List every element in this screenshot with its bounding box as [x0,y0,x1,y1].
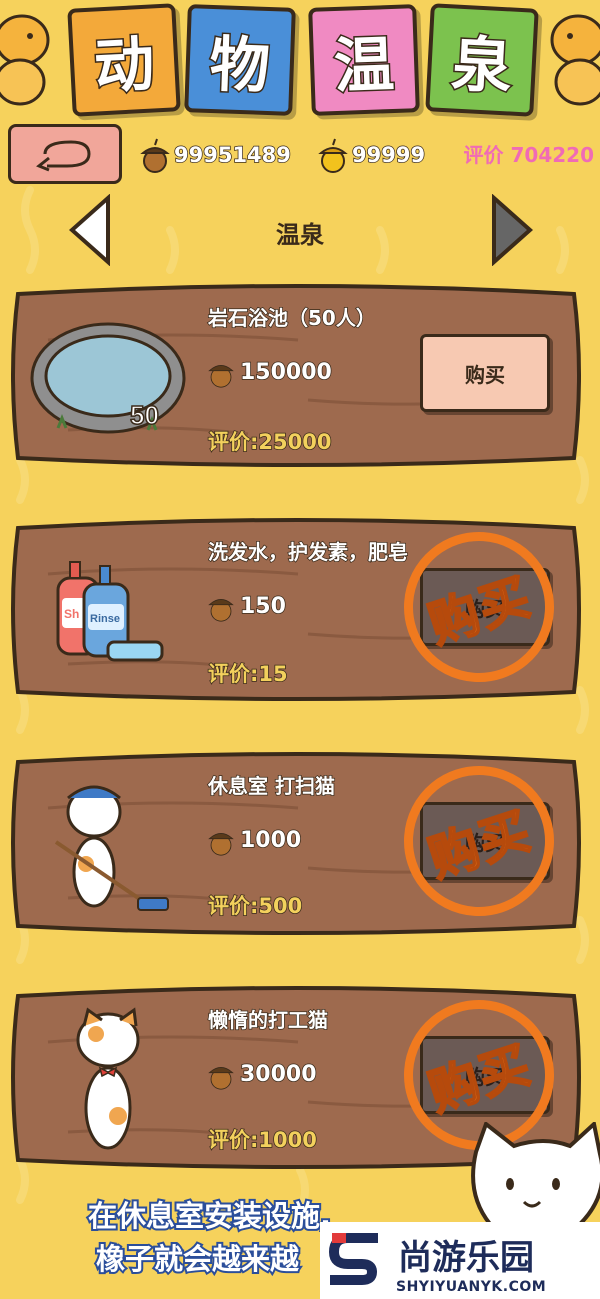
item-rating: 评价:1000 [207,1127,317,1153]
shampoo-bottles-image: Sh Rinse [56,561,164,662]
item-rating: 评价:500 [207,893,303,919]
return-arrow-icon [36,140,91,172]
acorn-icon [208,365,234,388]
acorn-icon [208,599,234,622]
acorn-icon [140,138,170,173]
back-button[interactable] [8,124,122,184]
cleaning-cat-image [54,785,169,911]
acorn-count: 99951489 [173,142,291,168]
item-price-value: 30000 [239,1061,317,1088]
rock-pool-image: 50 [30,322,186,434]
item-name: 洗发水，护发素，肥皂 [208,539,409,565]
total-rating: 评价 704220 [463,143,594,167]
buy-button[interactable]: 购买 [420,334,550,412]
acorn-icon [208,833,234,856]
lazy-cat-image [76,1007,140,1150]
item-price-value: 150000 [239,359,332,386]
item-price: 30000 [208,1058,317,1090]
item-name: 懒惰的打工猫 [207,1007,329,1033]
acorn-counter: 99951489 [140,137,292,173]
bottle-label-shampoo: Sh [64,607,79,621]
item-price-value: 150 [239,593,286,620]
golden-acorn-counter: 99999 [318,137,426,173]
item-price: 1000 [208,824,302,856]
item-name: 休息室 打扫猫 [207,773,335,799]
shop-item-card: 50 岩石浴池（50人） 150000 评价:25000 购买 [8,280,586,468]
caption-line-1: 在休息室安装设施, [86,1197,333,1235]
title-char-2: 物 [184,4,296,116]
fox-decoration-right [550,14,600,106]
shop-item-card: 休息室 打扫猫 1000 评价:500 购买 购买 [8,746,586,936]
item-name: 岩石浴池（50人） [207,305,376,331]
item-rating: 评价:25000 [207,429,332,455]
watermark-url: SHYIYUANYK.COM [396,1279,547,1295]
fox-decoration-left [0,14,50,106]
bottle-label-rinse: Rinse [90,613,120,625]
item-rating: 评价:15 [207,661,288,687]
title-char-1: 动 [67,3,181,117]
item-price: 150 [208,590,287,622]
next-category-arrow[interactable] [490,194,536,266]
golden-acorn-icon [318,138,348,173]
watermark-text: 尚游乐园 [398,1238,534,1278]
title-char-4: 泉 [425,3,539,117]
watermark-logo [328,1233,378,1285]
shop-item-card: Sh Rinse 洗发水，护发素，肥皂 150 评价:15 购买 购买 [8,512,586,702]
acorn-icon [208,1067,234,1090]
pool-capacity-label: 50 [130,400,159,430]
item-price: 150000 [208,356,333,388]
title-char-3: 温 [308,4,420,116]
item-price-value: 1000 [239,827,302,854]
golden-acorn-count: 99999 [351,142,426,168]
caption-line-2: 橡子就会越来越 [94,1240,301,1278]
